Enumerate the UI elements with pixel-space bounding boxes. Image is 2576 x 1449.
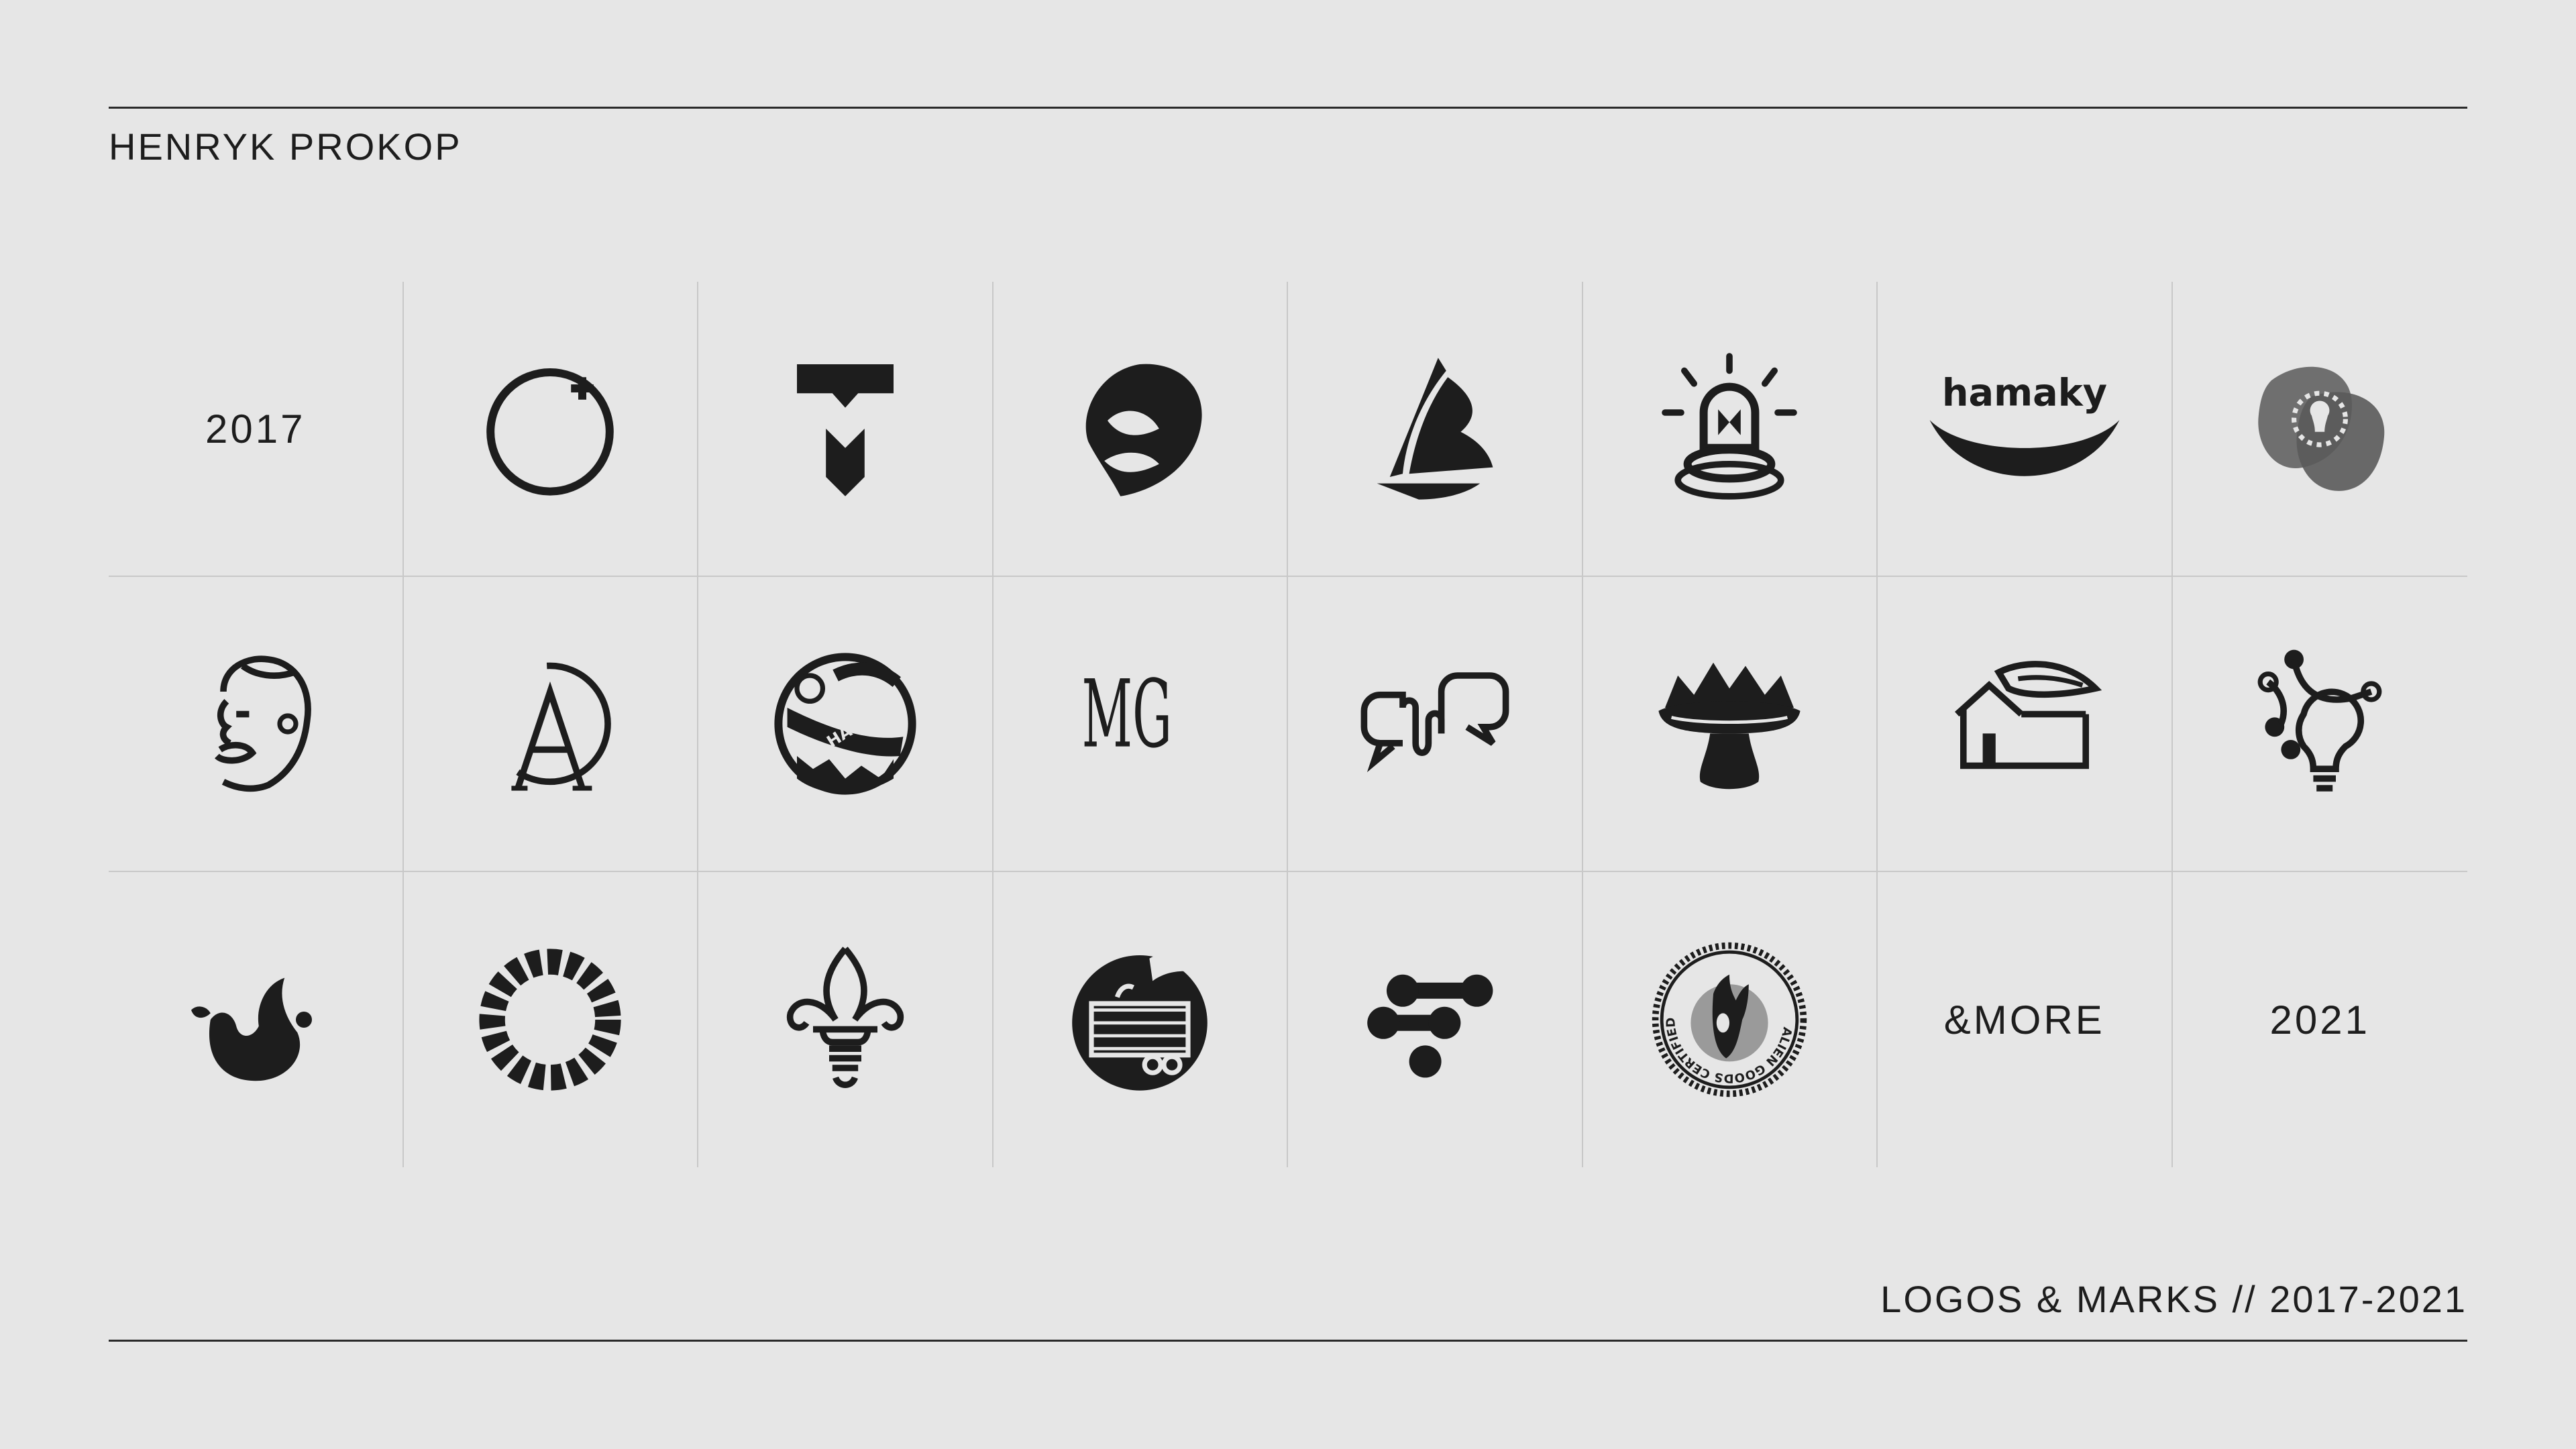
grid-cell-hamaky-badge: HAMAKY [698, 577, 994, 872]
grid-cell-siren [1582, 282, 1878, 577]
connected-nodes-logo-icon [1366, 974, 1493, 1078]
t-arrow-logo-icon [796, 364, 894, 496]
mushroom-crown-logo-icon [1658, 662, 1801, 790]
hamaky-wordmark-text: hamaky [1942, 372, 2107, 415]
grid-cell-mg-monogram: MG [993, 577, 1288, 872]
grid-cell-alien-goods: ALIEN GOODS CERTIFIED [1583, 872, 1878, 1167]
grid-cell-a-moon [403, 577, 698, 872]
grid-cell-molecule-bulb [2172, 577, 2467, 872]
mg-monogram-text: MG [1082, 660, 1172, 769]
hamaky-badge-logo-icon: HAMAKY [774, 653, 916, 795]
fleur-de-lis-bulb-logo-icon [786, 947, 904, 1088]
grid-cell-speech-bubbles [1288, 577, 1583, 872]
alien-goods-seal-logo-icon: ALIEN GOODS CERTIFIED [1652, 942, 1807, 1097]
molecule-lightbulb-logo-icon [2257, 649, 2382, 792]
grid-cell-hamaky-wordmark: hamaky [1878, 282, 2173, 577]
splash-drop-logo-icon [191, 977, 312, 1081]
bottom-rule [109, 1340, 2467, 1342]
logo-grid: 2017 hamaky HAMAKY MG ALIEN GOODS CERTIF… [109, 282, 2467, 1167]
grid-cell-bird [993, 282, 1288, 577]
grid-cell-trailer [994, 872, 1288, 1167]
sailboat-logo-icon [1377, 358, 1493, 500]
grid-cell-fleur-de-lis [698, 872, 994, 1167]
house-leaf-logo-icon [1954, 661, 2102, 769]
speech-bubbles-wave-logo-icon [1360, 672, 1509, 773]
grid-cell-circle-plus [403, 282, 698, 577]
grid-cell-year-start: 2017 [109, 282, 404, 577]
grid-cell-splash [109, 872, 404, 1167]
grid-cell-mushroom [1582, 577, 1878, 872]
more-label: &MORE [1943, 997, 2105, 1042]
grey-heads-lightbulb-logo-icon [2258, 366, 2385, 491]
mg-monogram-icon: MG [1082, 660, 1172, 769]
sunburst-ring-logo-icon [479, 949, 621, 1091]
grid-cell-sailboat [1288, 282, 1583, 577]
grid-cell-sunburst [404, 872, 698, 1167]
grid-cell-grey-heads [2172, 282, 2467, 577]
siren-light-logo-icon [1662, 353, 1798, 500]
grid-cell-year-end: 2021 [2173, 872, 2468, 1167]
grid-cell-more: &MORE [1878, 872, 2173, 1167]
trailer-circle-logo-icon [1072, 953, 1208, 1091]
grid-cell-house-leaf [1878, 577, 2173, 872]
year-end-label: 2021 [2269, 997, 2370, 1042]
author-name: HENRYK PROKOP [109, 125, 462, 168]
hamaky-hammock-logo-icon: hamaky [1929, 372, 2120, 476]
grid-cell-bearded-face [109, 577, 404, 872]
top-rule [109, 107, 2467, 109]
portfolio-caption: LOGOS & MARKS // 2017-2021 [1880, 1278, 2467, 1320]
a-moon-monogram-icon [511, 662, 611, 791]
grid-cell-nodes [1288, 872, 1583, 1167]
bearded-man-logo-icon [214, 655, 311, 792]
year-start-label: 2017 [205, 406, 306, 451]
circle-plus-logo-icon [486, 368, 614, 496]
grid-cell-t-arrow [698, 282, 994, 577]
bird-head-logo-icon [1085, 364, 1202, 496]
